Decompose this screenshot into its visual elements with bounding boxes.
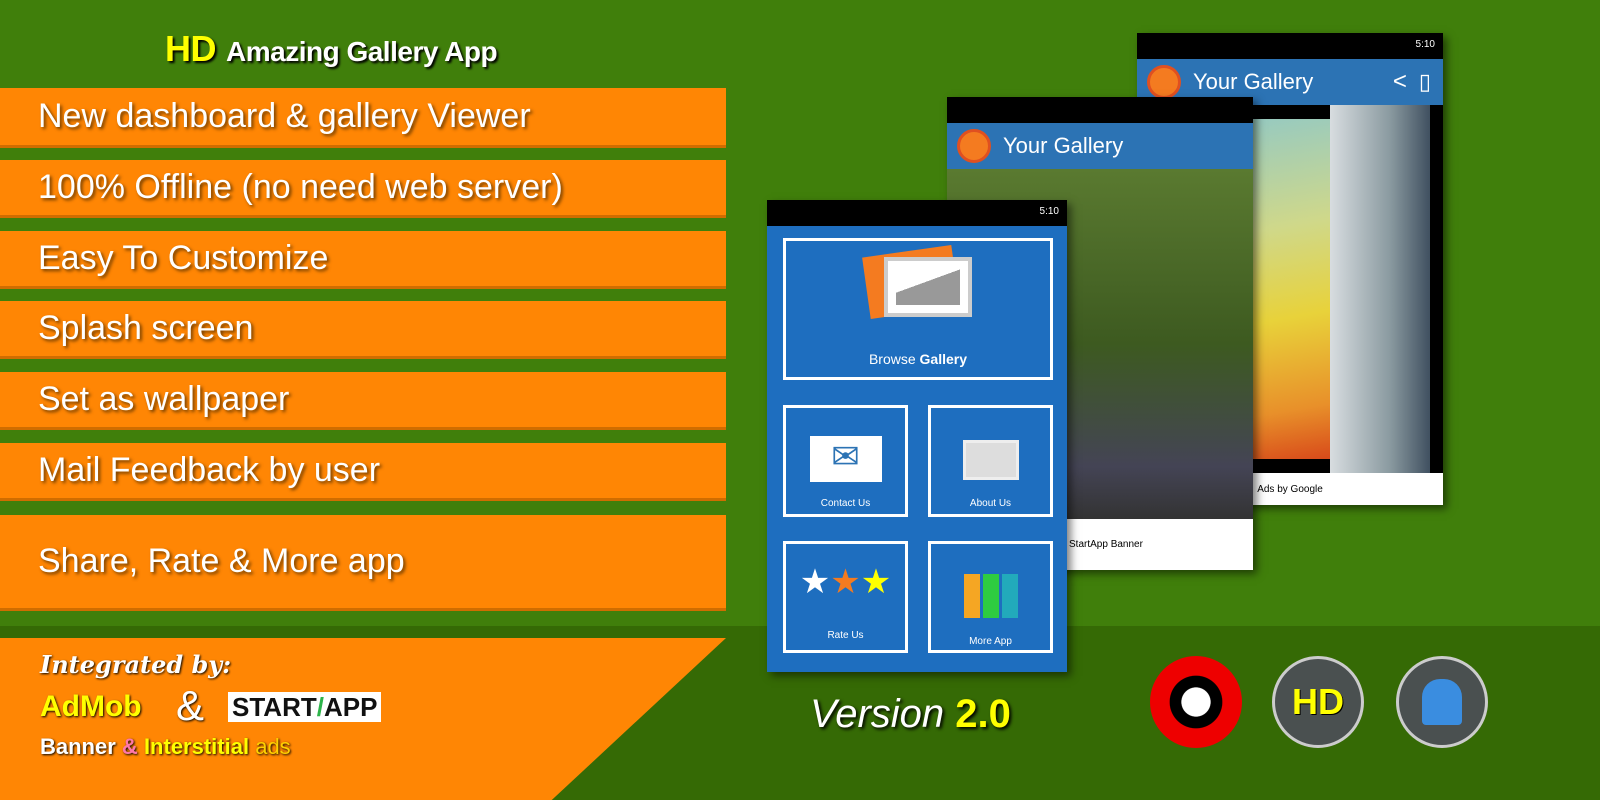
feature-item: 100% Offline (no need web server) <box>0 160 726 218</box>
android-robot <box>1422 679 1462 725</box>
admob-logo: AdMob <box>40 690 142 723</box>
feature-item: Set as wallpaper <box>0 372 726 430</box>
version-label: Version 2.0 <box>810 692 1011 737</box>
mail-icon: ✉ <box>809 436 882 482</box>
picture-icon <box>884 257 972 317</box>
wallpaper-icon[interactable]: ▯ <box>1419 69 1431 95</box>
tile-label: More App <box>969 636 1012 647</box>
app-logo-icon <box>1147 65 1181 99</box>
integrated-label: Integrated by: <box>40 650 232 679</box>
startapp-a: START <box>232 692 317 722</box>
and-label: & <box>121 734 138 759</box>
title-text: Amazing Gallery App <box>226 36 498 67</box>
tile-label: Rate Us <box>827 630 864 641</box>
browse-text: Browse <box>868 351 916 367</box>
version-text: Version <box>810 692 945 736</box>
feature-item: Splash screen <box>0 301 726 359</box>
app-title: Your Gallery <box>1003 133 1124 158</box>
android-icon <box>1396 656 1488 748</box>
contact-us-tile[interactable]: ✉ Contact Us <box>783 405 908 517</box>
rate-us-tile[interactable]: ★★★ Rate Us <box>783 541 908 653</box>
app-bar: Your Gallery <box>947 123 1253 169</box>
app-logo-icon <box>957 129 991 163</box>
banner-title: HD Amazing Gallery App <box>165 28 498 70</box>
gallery-text: Gallery <box>919 351 968 367</box>
feature-item: Mail Feedback by user <box>0 443 726 501</box>
banner-label: Banner <box>40 734 116 759</box>
feature-item: Share, Rate & More app <box>0 515 726 611</box>
ampersand: & <box>176 682 205 729</box>
more-app-tile[interactable]: More App <box>928 541 1053 653</box>
feature-item: New dashboard & gallery Viewer <box>0 88 726 148</box>
about-us-tile[interactable]: About Us <box>928 405 1053 517</box>
startapp-logo: START/APP <box>228 692 382 722</box>
about-icon <box>962 440 1019 480</box>
ads-types: Banner & Interstitial ads <box>40 734 291 760</box>
app-title: Your Gallery <box>1193 69 1314 94</box>
developer-logo-icon <box>1150 656 1242 748</box>
hd-badge-icon: HD <box>1272 656 1364 748</box>
version-number: 2.0 <box>955 692 1011 736</box>
stars-icon: ★★★ <box>799 563 892 601</box>
ads-label: ads <box>255 734 291 759</box>
startapp-b: APP <box>323 692 378 722</box>
hd-label: HD <box>165 28 217 69</box>
browse-gallery-tile[interactable]: Browse Gallery <box>783 238 1053 380</box>
browse-gallery-label: Browse Gallery <box>786 351 1050 367</box>
feature-item: Easy To Customize <box>0 231 726 289</box>
phone-dashboard: 5:10 Browse Gallery ✉ Contact Us About Us… <box>767 200 1067 672</box>
interstitial-label: Interstitial <box>143 734 250 759</box>
startapp-slash: / <box>316 692 324 722</box>
tile-label: About Us <box>969 498 1012 509</box>
pencils-icon <box>963 574 1018 618</box>
status-bar: 5:10 <box>767 200 1067 226</box>
status-bar: 5:10 <box>1137 33 1443 59</box>
tile-label: Contact Us <box>820 498 871 509</box>
status-bar <box>947 97 1253 123</box>
share-icon[interactable]: < <box>1393 68 1407 96</box>
